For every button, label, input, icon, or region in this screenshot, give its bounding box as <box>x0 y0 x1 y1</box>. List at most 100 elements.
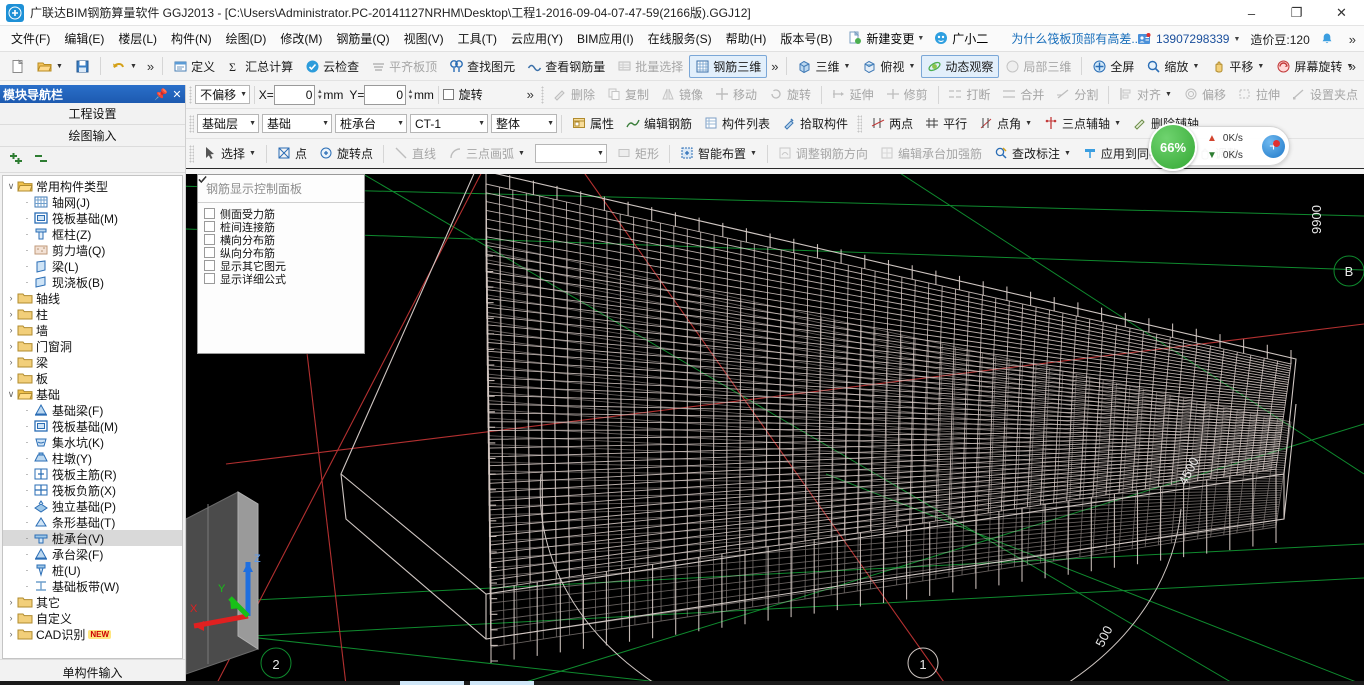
checkbox-1[interactable] <box>198 176 215 232</box>
promo-link[interactable]: 为什么筏板顶部有高差.. <box>1011 30 1138 47</box>
fullscreen-button[interactable]: 全屏 <box>1086 55 1140 78</box>
tree-item-13[interactable]: ∨ 基础 <box>3 386 182 402</box>
chevron-down-icon[interactable]: ▼ <box>1257 63 1264 70</box>
taskbar-item-1[interactable] <box>400 681 464 685</box>
view-3d-button[interactable]: 三维 ▼ <box>791 55 856 78</box>
tree-item-19[interactable]: · 筏板负筋(X) <box>3 482 182 498</box>
tree-item-24[interactable]: · 桩(U) <box>3 562 182 578</box>
tree-item-28[interactable]: › CAD识别 NEW <box>3 626 182 642</box>
edit-rebar-button[interactable]: 编辑钢筋 <box>620 112 698 135</box>
toolbar-grip[interactable] <box>189 144 194 163</box>
chevron-down-icon[interactable]: ▼ <box>130 63 137 70</box>
toolbar-grip[interactable] <box>189 85 193 104</box>
checkbox-5[interactable] <box>198 176 215 284</box>
tree-item-10[interactable]: › 门窗洞 <box>3 338 182 354</box>
tree-item-22[interactable]: · 桩承台(V) <box>3 530 182 546</box>
component-type-combo[interactable]: 桩承台 ▼ <box>335 114 407 133</box>
three-point-arc-button[interactable]: 三点画弧 ▼ <box>442 142 531 165</box>
cloud-check-button[interactable]: 云检查 <box>299 55 365 78</box>
tree-item-25[interactable]: · 基础板带(W) <box>3 578 182 594</box>
tree-item-26[interactable]: › 其它 <box>3 594 182 610</box>
chevron-right-icon[interactable]: › <box>5 341 17 351</box>
tree-item-23[interactable]: · 承台梁(F) <box>3 546 182 562</box>
edit-cap-rebar-button[interactable]: 编辑承台加强筋 <box>874 142 988 165</box>
parallel-axis-button[interactable]: 平行 <box>919 112 973 135</box>
chevron-down-icon[interactable]: ▼ <box>249 150 256 157</box>
merge-button[interactable]: 合并 <box>996 83 1050 106</box>
chevron-down-icon[interactable]: ▼ <box>1114 120 1121 127</box>
chevron-down-icon[interactable]: ▼ <box>245 120 256 127</box>
stretch-button[interactable]: 拉伸 <box>1232 83 1286 106</box>
tree-item-27[interactable]: › 自定义 <box>3 610 182 626</box>
trim-button[interactable]: 修剪 <box>880 83 934 106</box>
chevron-right-icon[interactable]: › <box>5 325 17 335</box>
chevron-down-icon[interactable]: ▼ <box>1233 36 1240 43</box>
plus-circle-icon[interactable]: + <box>1262 135 1285 158</box>
rotate-checkbox[interactable] <box>442 89 454 100</box>
zoom-button[interactable]: 缩放 ▼ <box>1140 55 1205 78</box>
top-view-button[interactable]: 俯视 ▼ <box>856 55 921 78</box>
floor-combo[interactable]: 基础层 ▼ <box>197 114 259 133</box>
chevron-down-icon[interactable]: ▼ <box>1165 91 1172 98</box>
offset-mode-combo[interactable]: 不偏移 ▼ <box>195 85 251 104</box>
tree-item-4[interactable]: · 剪力墙(Q) <box>3 242 182 258</box>
maximize-button[interactable]: ❐ <box>1274 0 1319 26</box>
x-input[interactable]: 0 <box>273 84 316 105</box>
cpu-percent-indicator[interactable]: 66% <box>1149 123 1197 171</box>
chevron-down-icon[interactable]: ▼ <box>917 35 924 42</box>
tree-item-9[interactable]: › 墙 <box>3 322 182 338</box>
expand-all-icon[interactable] <box>8 152 23 167</box>
tree-item-12[interactable]: › 板 <box>3 370 182 386</box>
checkbox-2[interactable] <box>198 176 215 245</box>
user-nick-button[interactable]: 广小二 <box>929 28 993 49</box>
tree-item-17[interactable]: · 柱墩(Y) <box>3 450 182 466</box>
select-tool-button[interactable]: 选择 ▼ <box>197 142 262 165</box>
menu-tools[interactable]: 工具(T) <box>451 27 504 50</box>
category-combo[interactable]: 基础 ▼ <box>262 114 332 133</box>
offset-button[interactable]: 偏移 <box>1178 83 1232 106</box>
menubar-overflow-button[interactable]: » <box>1345 32 1360 47</box>
tree-item-16[interactable]: · 集水坑(K) <box>3 434 182 450</box>
tree-item-18[interactable]: · 筏板主筋(R) <box>3 466 182 482</box>
menu-bim-apps[interactable]: BIM应用(I) <box>570 27 641 50</box>
taskbar-item-2[interactable] <box>470 681 534 685</box>
network-speed-widget[interactable]: 66% ▲ 0K/s ▼ 0K/s + <box>1149 123 1290 171</box>
menu-file[interactable]: 文件(F) <box>4 27 57 50</box>
chevron-down-icon[interactable]: ▼ <box>1192 63 1199 70</box>
close-button[interactable]: ✕ <box>1319 0 1364 26</box>
rectangle-tool-button[interactable]: 矩形 <box>611 142 665 165</box>
menu-help[interactable]: 帮助(H) <box>719 27 774 50</box>
chevron-down-icon[interactable]: ∨ <box>5 389 17 400</box>
new-change-button[interactable]: 新建变更 ▼ <box>843 28 929 49</box>
chevron-right-icon[interactable]: › <box>5 629 17 639</box>
partial-3d-button[interactable]: 局部三维 <box>999 55 1077 78</box>
tree-item-20[interactable]: · 独立基础(P) <box>3 498 182 514</box>
toolbar-grip[interactable] <box>189 114 194 133</box>
menu-version[interactable]: 版本号(B) <box>773 27 839 50</box>
summary-calc-button[interactable]: Σ 汇总计算 <box>221 55 299 78</box>
tree-item-15[interactable]: · 筏板基础(M) <box>3 418 182 434</box>
beans-balance[interactable]: 造价豆:120 <box>1250 31 1309 48</box>
menu-modify[interactable]: 修改(M) <box>273 27 329 50</box>
save-button[interactable] <box>69 55 96 78</box>
taskbar-items[interactable] <box>400 681 534 685</box>
adjust-rebar-direction-button[interactable]: 调整钢筋方向 <box>772 142 874 165</box>
tree-item-5[interactable]: · 梁(L) <box>3 258 182 274</box>
menu-cloud-apps[interactable]: 云应用(Y) <box>504 27 570 50</box>
tree-item-14[interactable]: · 基础梁(F) <box>3 402 182 418</box>
y-stepper[interactable]: ▲ ▼ <box>407 85 414 105</box>
toolbar-grip[interactable] <box>857 114 863 133</box>
set-grip-button[interactable]: 设置夹点 <box>1286 83 1364 106</box>
tree-item-6[interactable]: · 现浇板(B) <box>3 274 182 290</box>
dynamic-observe-button[interactable]: 动态观察 <box>921 54 1000 78</box>
menu-draw[interactable]: 绘图(D) <box>219 27 274 50</box>
undo-button[interactable]: ▼ <box>105 55 143 78</box>
rebar-3d-button[interactable]: 钢筋三维 <box>689 54 768 78</box>
properties-button[interactable]: 属性 <box>566 112 620 135</box>
tree-item-0[interactable]: ∨ 常用构件类型 <box>3 178 182 194</box>
model-3d-viewport[interactable]: B 2 1 9900 4500 500 X Y Z 钢筋显示控制面板 侧面受力筋… <box>186 174 1364 685</box>
line-tool-button[interactable]: 直线 <box>388 142 442 165</box>
menu-rebar-quantity[interactable]: 钢筋量(Q) <box>329 27 396 50</box>
toolbar-overflow-1[interactable]: » <box>143 59 158 74</box>
bell-icon[interactable] <box>1320 32 1335 47</box>
